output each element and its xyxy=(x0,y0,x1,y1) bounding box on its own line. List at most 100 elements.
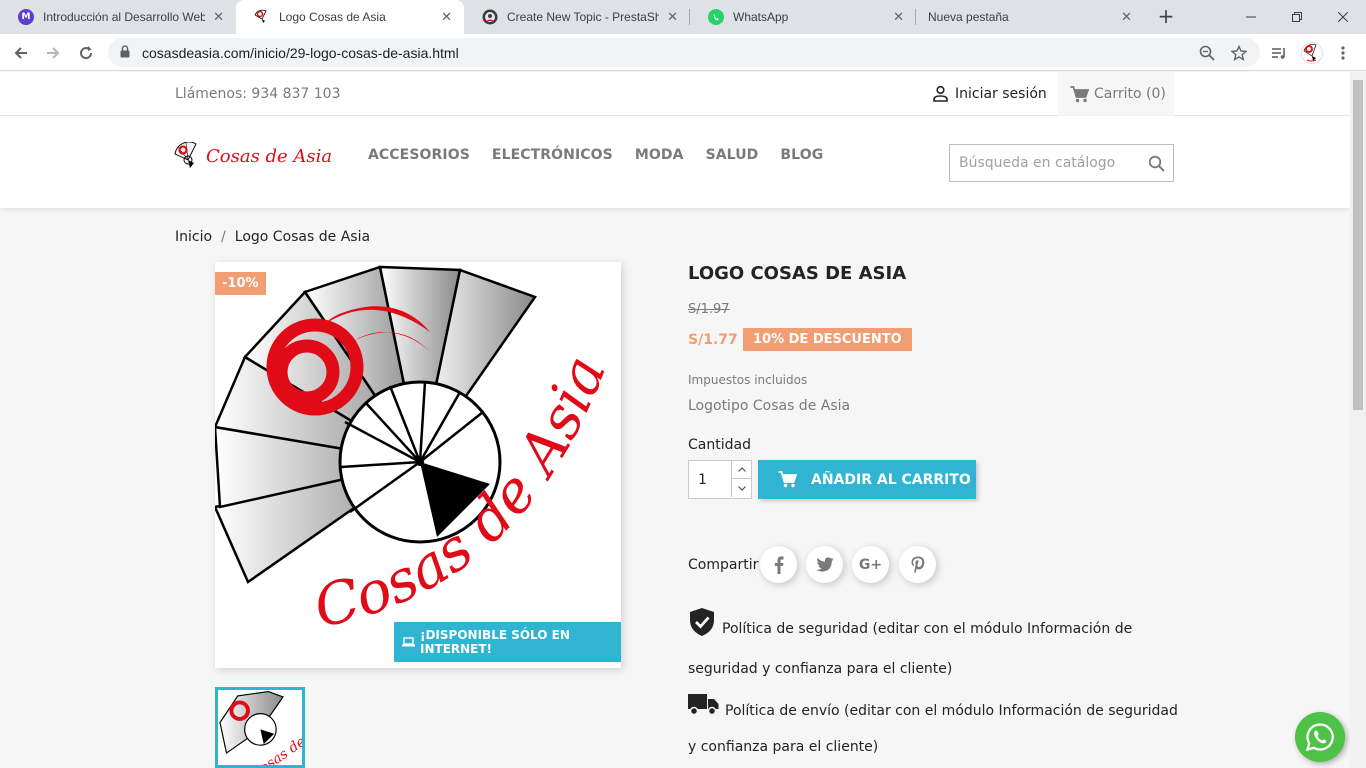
catalog-search xyxy=(949,144,1174,182)
whatsapp-icon xyxy=(1305,723,1334,752)
menu-item-salud[interactable]: SALUD xyxy=(706,147,759,163)
menu-item-electronicos[interactable]: ELECTRÓNICOS xyxy=(492,147,613,163)
site-logo[interactable]: Cosas de Asia xyxy=(174,142,332,170)
whatsapp-icon xyxy=(708,9,724,25)
page-scrollbar[interactable] xyxy=(1350,72,1366,768)
quantity-up-icon[interactable] xyxy=(731,461,751,479)
current-price: S/1.77 xyxy=(688,332,738,348)
discount-flag: -10% xyxy=(215,272,266,295)
shopping-cart-icon xyxy=(1070,85,1089,103)
scrollbar-thumb[interactable] xyxy=(1353,80,1363,410)
product-title: LOGO COSAS DE ASIA xyxy=(688,263,907,284)
back-icon[interactable] xyxy=(9,41,33,65)
thumbnail-image: Cosas de Asia xyxy=(219,690,302,765)
fan-logo-icon xyxy=(174,142,197,168)
close-tab-icon[interactable]: ✕ xyxy=(893,10,904,25)
sign-in-label: Iniciar sesión xyxy=(955,85,1047,102)
zoom-icon[interactable] xyxy=(1198,44,1216,62)
main-menu: ACCESORIOS ELECTRÓNICOS MODA SALUD BLOG xyxy=(368,147,845,163)
product-description: Logotipo Cosas de Asia xyxy=(688,398,851,414)
online-only-flag: ¡DISPONIBLE SÓLO EN INTERNET! xyxy=(394,622,621,662)
quantity-stepper xyxy=(688,460,752,499)
google-plus-share-icon[interactable]: G+ xyxy=(852,546,889,583)
quantity-down-icon[interactable] xyxy=(731,479,751,497)
laptop-icon xyxy=(402,637,415,647)
cart-link[interactable]: Carrito (0) xyxy=(1058,72,1174,116)
header-top-nav: Llámenos: 934 837 103 Iniciar sesión Car… xyxy=(0,72,1350,116)
reassurance-security: Política de seguridad (editar con el mód… xyxy=(688,607,1178,687)
contact-phone: Llámenos: 934 837 103 xyxy=(175,86,341,102)
lock-icon[interactable] xyxy=(120,43,130,62)
reassurance-security-text: Política de seguridad (editar con el mód… xyxy=(688,621,1133,677)
online-only-label: ¡DISPONIBLE SÓLO EN INTERNET! xyxy=(420,628,570,656)
header-main: Cosas de Asia ACCESORIOS ELECTRÓNICOS MO… xyxy=(0,116,1350,208)
tab-divider xyxy=(915,9,916,25)
close-tab-icon[interactable]: ✕ xyxy=(1121,10,1132,25)
minimize-icon[interactable] xyxy=(1228,0,1274,34)
close-tab-icon[interactable]: ✕ xyxy=(667,10,678,25)
browser-tab-bar: M Introducción al Desarrollo Web ✕ Logo … xyxy=(0,0,1366,34)
prestashop-icon xyxy=(482,9,498,25)
restore-icon[interactable] xyxy=(1274,0,1320,34)
add-to-cart-label: AÑADIR AL CARRITO xyxy=(811,471,971,488)
reassurance-shipping: Política de envío (editar con el módulo … xyxy=(688,693,1178,765)
profile-avatar-icon[interactable] xyxy=(1300,41,1324,65)
tab-title: WhatsApp xyxy=(733,10,789,24)
share-label: Compartir xyxy=(688,557,759,573)
more-menu-icon[interactable] xyxy=(1331,41,1355,65)
logo-text: Cosas de Asia xyxy=(206,145,333,167)
close-window-icon[interactable] xyxy=(1320,0,1366,34)
product-cover-image[interactable]: Cosas de Asia -10% ¡DISPONIBLE SÓLO EN I… xyxy=(215,262,621,668)
new-tab-icon[interactable]: + xyxy=(1154,5,1178,29)
add-to-cart-button[interactable]: AÑADIR AL CARRITO xyxy=(758,460,976,499)
breadcrumb-home[interactable]: Inicio xyxy=(175,229,212,245)
browser-tab[interactable]: Nueva pestaña ✕ xyxy=(916,0,1144,34)
tab-title: Nueva pestaña xyxy=(928,10,1009,24)
shield-check-icon xyxy=(688,607,716,651)
breadcrumb-separator: / xyxy=(221,229,226,245)
menu-item-moda[interactable]: MODA xyxy=(635,147,684,163)
browser-tab-active[interactable]: Logo Cosas de Asia ✕ xyxy=(236,0,464,34)
page-content: Llámenos: 934 837 103 Iniciar sesión Car… xyxy=(0,72,1350,768)
close-tab-icon[interactable]: ✕ xyxy=(441,10,452,25)
cosas-de-asia-icon xyxy=(254,9,270,25)
tax-note: Impuestos incluidos xyxy=(688,373,808,387)
reassurance-shipping-text: Política de envío (editar con el módulo … xyxy=(688,703,1178,755)
browser-tab[interactable]: WhatsApp ✕ xyxy=(690,0,916,34)
twitter-share-icon[interactable] xyxy=(806,546,843,583)
tab-title: Introducción al Desarrollo Web xyxy=(43,10,206,24)
whatsapp-chat-button[interactable] xyxy=(1295,712,1345,762)
product-thumbnail[interactable]: Cosas de Asia xyxy=(215,687,305,768)
tab-title: Create New Topic - PrestaShop xyxy=(507,10,660,24)
cart-label: Carrito (0) xyxy=(1094,86,1166,102)
browser-tab[interactable]: M Introducción al Desarrollo Web ✕ xyxy=(0,0,236,34)
close-tab-icon[interactable]: ✕ xyxy=(213,10,224,25)
pinterest-share-icon[interactable] xyxy=(899,546,936,583)
breadcrumb-current[interactable]: Logo Cosas de Asia xyxy=(235,229,370,245)
media-control-icon[interactable] xyxy=(1267,41,1291,65)
moodle-icon: M xyxy=(18,9,34,25)
browser-tab[interactable]: Create New Topic - PrestaShop ✕ xyxy=(464,0,690,34)
tab-divider xyxy=(689,9,690,25)
reload-icon[interactable] xyxy=(74,41,98,65)
search-input[interactable] xyxy=(950,145,1140,181)
breadcrumb: Inicio / Logo Cosas de Asia xyxy=(175,229,370,245)
menu-item-blog[interactable]: BLOG xyxy=(780,147,823,163)
shopping-cart-icon xyxy=(778,471,797,488)
url-field[interactable]: cosasdeasia.com/inicio/29-logo-cosas-de-… xyxy=(108,38,1260,67)
user-icon xyxy=(932,85,949,102)
quantity-label: Cantidad xyxy=(688,437,751,453)
truck-icon xyxy=(688,693,719,729)
url-text: cosasdeasia.com/inicio/29-logo-cosas-de-… xyxy=(142,44,459,61)
forward-icon[interactable] xyxy=(41,41,65,65)
regular-price: S/1.97 xyxy=(688,302,730,317)
address-bar: cosasdeasia.com/inicio/29-logo-cosas-de-… xyxy=(0,34,1366,71)
search-icon[interactable] xyxy=(1148,155,1165,176)
menu-item-accesorios[interactable]: ACCESORIOS xyxy=(368,147,470,163)
sign-in-link[interactable]: Iniciar sesión xyxy=(932,85,1047,102)
facebook-share-icon[interactable] xyxy=(760,546,797,583)
quantity-input[interactable] xyxy=(689,461,731,498)
tab-title: Logo Cosas de Asia xyxy=(279,10,386,24)
discount-badge: 10% DE DESCUENTO xyxy=(743,328,912,351)
star-icon[interactable] xyxy=(1230,44,1248,62)
